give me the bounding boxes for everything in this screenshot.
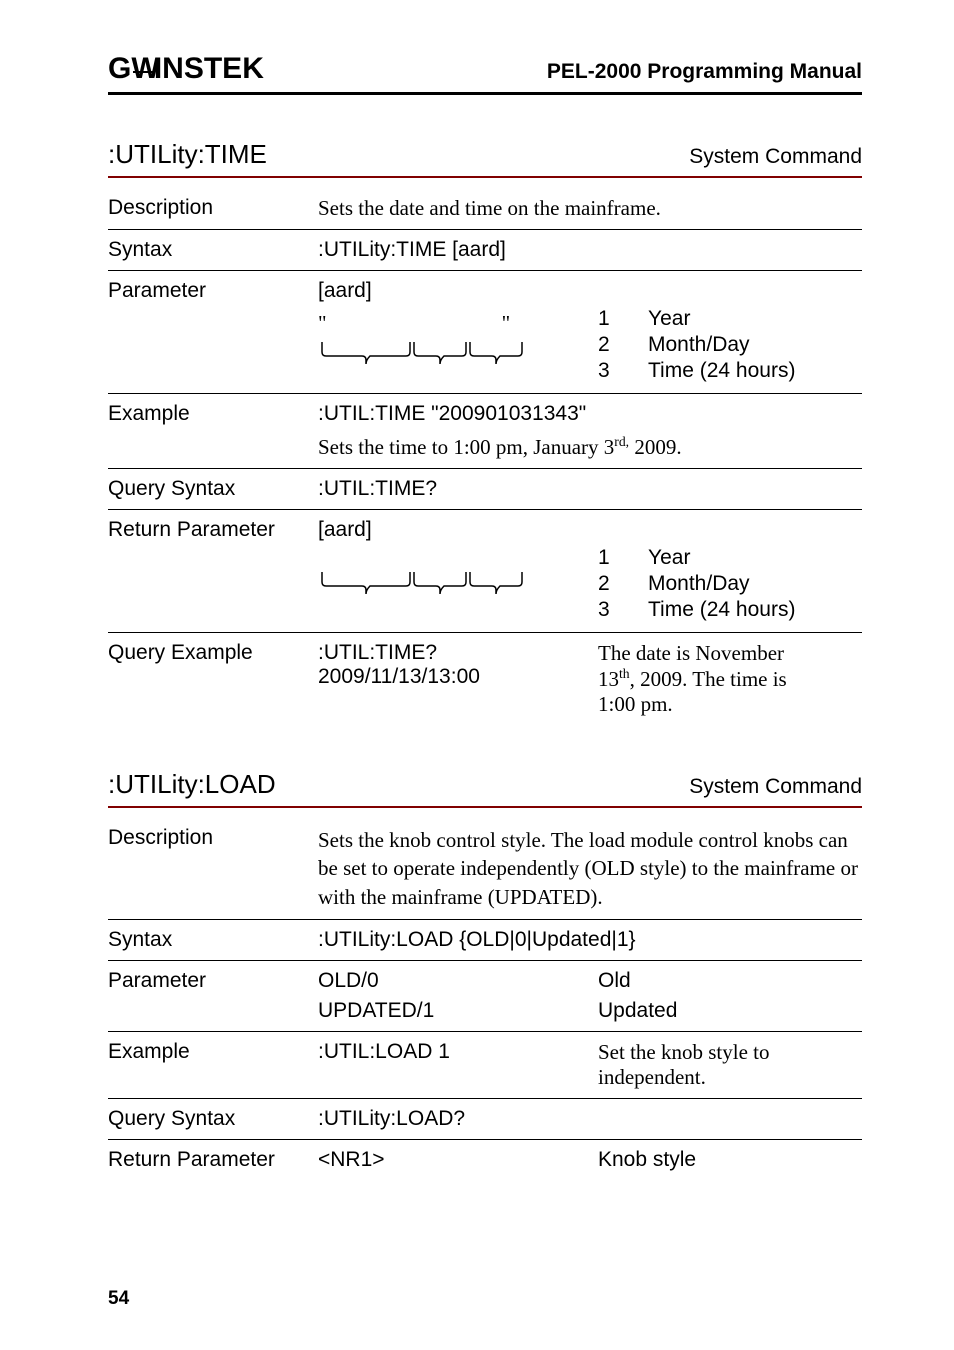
parameter-label: Parameter	[108, 279, 318, 385]
return-parameter-key: <NR1>	[318, 1148, 388, 1172]
query-syntax-text: :UTIL:TIME?	[318, 477, 862, 501]
bracket-diagram-icon	[318, 340, 532, 366]
bracket-diagram-icon	[318, 570, 532, 596]
query-syntax-row: Query Syntax :UTILity:LOAD?	[108, 1099, 862, 1140]
section-utility-time-header: :UTILity:TIME System Command	[108, 139, 862, 178]
syntax-row: Syntax :UTILity:LOAD {OLD|0|Updated|1}	[108, 920, 862, 961]
syntax-label: Syntax	[108, 928, 318, 952]
return-parameter-name: [aard]	[318, 518, 598, 542]
description-text: Sets the date and time on the mainframe.	[318, 196, 862, 221]
param-key: UPDATED/1	[318, 999, 598, 1023]
example-row: Example :UTIL:TIME "200901031343" Sets t…	[108, 394, 862, 469]
return-parameter-label: Return Parameter	[108, 1148, 318, 1172]
return-parameter-row: Return Parameter <NR1> Knob style	[108, 1140, 862, 1180]
query-syntax-label: Query Syntax	[108, 1107, 318, 1131]
param-val: Old	[598, 969, 862, 993]
query-example-desc-line: 1:00 pm.	[598, 692, 862, 717]
example-label: Example	[108, 1040, 318, 1090]
param-item: 2 Month/Day	[598, 572, 862, 596]
example-label: Example	[108, 402, 318, 460]
description-label: Description	[108, 196, 318, 221]
param-item: 2 Month/Day	[598, 333, 862, 357]
param-val: Updated	[598, 999, 862, 1023]
query-example-desc-line: 13th, 2009. The time is	[598, 666, 862, 692]
section-type: System Command	[689, 145, 862, 169]
query-example-desc-line: The date is November	[598, 641, 862, 666]
query-syntax-text: :UTILity:LOAD?	[318, 1107, 862, 1131]
parameter-label: Parameter	[108, 969, 318, 1023]
syntax-label: Syntax	[108, 238, 318, 262]
parameter-name: [aard]	[318, 279, 598, 303]
syntax-text: :UTILity:LOAD {OLD|0|Updated|1}	[318, 928, 862, 952]
description-row: Description Sets the knob control style.…	[108, 818, 862, 920]
param-key: OLD/0	[318, 969, 598, 993]
page-number: 54	[108, 1288, 129, 1310]
query-syntax-row: Query Syntax :UTIL:TIME?	[108, 469, 862, 510]
example-command: :UTIL:LOAD 1	[318, 1040, 598, 1090]
example-description: Set the knob style to independent.	[598, 1040, 862, 1090]
query-syntax-label: Query Syntax	[108, 477, 318, 501]
description-row: Description Sets the date and time on th…	[108, 188, 862, 230]
return-parameter-val: Knob style	[388, 1148, 862, 1172]
description-text: Sets the knob control style. The load mo…	[318, 826, 862, 911]
query-example-label: Query Example	[108, 641, 318, 717]
query-example-command: :UTIL:TIME?	[318, 641, 598, 665]
section-type: System Command	[689, 775, 862, 799]
example-description: Sets the time to 1:00 pm, January 3rd, 2…	[318, 434, 862, 460]
example-row: Example :UTIL:LOAD 1 Set the knob style …	[108, 1032, 862, 1099]
manual-title: PEL-2000 Programming Manual	[547, 60, 862, 84]
section-heading: :UTILity:LOAD	[108, 769, 276, 800]
query-example-row: Query Example :UTIL:TIME? 2009/11/13/13:…	[108, 633, 862, 725]
description-label: Description	[108, 826, 318, 911]
parameter-row: Parameter OLD/0 Old UPDATED/1 Updated	[108, 961, 862, 1032]
return-parameter-label: Return Parameter	[108, 518, 318, 624]
parameter-row: Parameter [aard] "" 1 Year 2	[108, 271, 862, 394]
param-item: 1 Year	[598, 546, 862, 570]
param-item: 3 Time (24 hours)	[598, 359, 862, 383]
page-header: GWINSTEK PEL-2000 Programming Manual	[108, 52, 862, 95]
param-item: 3 Time (24 hours)	[598, 598, 862, 622]
section-heading: :UTILity:TIME	[108, 139, 267, 170]
param-item: 1 Year	[598, 307, 862, 331]
section-utility-load-header: :UTILity:LOAD System Command	[108, 769, 862, 808]
quote-open: ""	[318, 311, 598, 336]
syntax-text: :UTILity:TIME [aard]	[318, 238, 862, 262]
syntax-row: Syntax :UTILity:TIME [aard]	[108, 230, 862, 271]
example-command: :UTIL:TIME "200901031343"	[318, 402, 862, 426]
query-example-value: 2009/11/13/13:00	[318, 665, 598, 689]
return-parameter-row: Return Parameter [aard] 1 Year 2	[108, 510, 862, 633]
brand-logo: GWINSTEK	[108, 52, 264, 86]
